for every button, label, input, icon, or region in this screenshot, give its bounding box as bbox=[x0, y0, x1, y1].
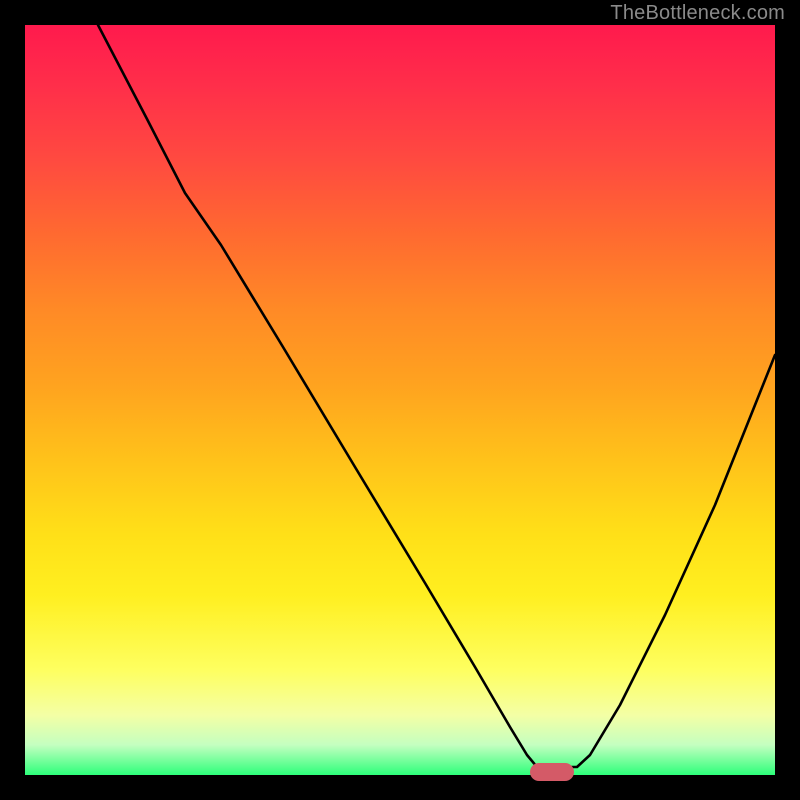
watermark-text: TheBottleneck.com bbox=[610, 2, 785, 25]
chart-container: TheBottleneck.com bbox=[0, 0, 800, 800]
bottleneck-marker bbox=[530, 763, 574, 781]
chart-curve bbox=[25, 25, 775, 775]
